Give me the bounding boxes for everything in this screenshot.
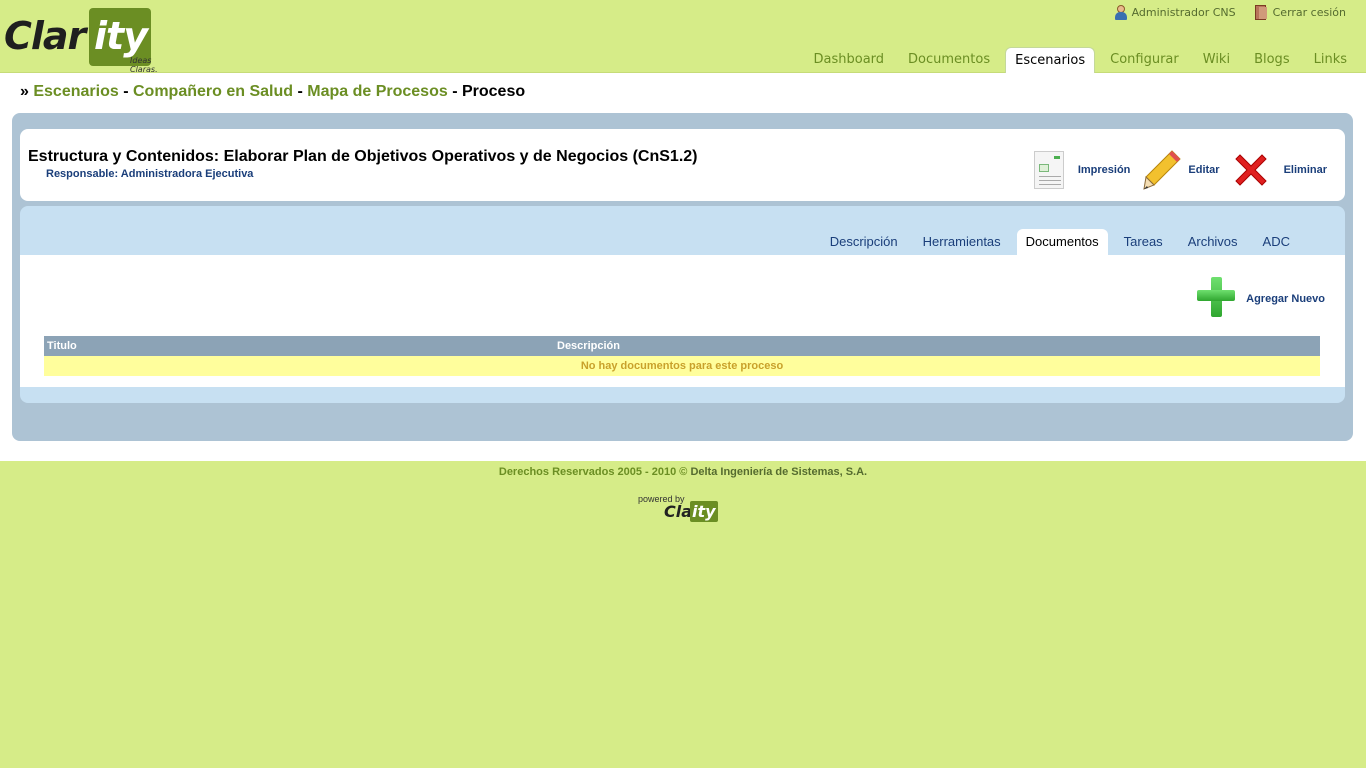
user-bar: Administrador CNS Cerrar cesión [1114,5,1346,20]
process-title: Estructura y Contenidos: Elaborar Plan d… [28,148,698,165]
tab-configurar[interactable]: Configurar [1101,47,1188,73]
edit-label: Editar [1188,164,1220,176]
plus-icon [1196,275,1236,323]
user-profile-link[interactable]: Administrador CNS [1114,5,1236,20]
breadcrumb-separator: - [297,83,303,100]
process-responsible: Responsable: Administradora Ejecutiva [46,168,254,180]
tab-blogs[interactable]: Blogs [1245,47,1299,73]
pencil-icon [1143,150,1182,190]
print-label: Impresión [1077,164,1131,176]
breadcrumb-separator: - [123,83,129,100]
tab-descripcion[interactable]: Descripción [821,229,907,255]
table-header-row: Titulo Descripción [44,336,1320,356]
documents-table: Titulo Descripción No hay documentos par… [44,336,1320,376]
tab-tareas[interactable]: Tareas [1115,229,1172,255]
tab-links[interactable]: Links [1305,47,1356,73]
print-button[interactable]: Impresión [1033,151,1131,189]
tab-archivos[interactable]: Archivos [1179,229,1247,255]
breadcrumb-prefix: » [20,83,29,100]
process-tabs: Descripción Herramientas Documentos Tare… [814,229,1299,255]
breadcrumb-escenarios[interactable]: Escenarios [33,83,118,100]
logout-icon [1254,5,1269,20]
tab-escenarios[interactable]: Escenarios [1005,47,1096,73]
tab-herramientas[interactable]: Herramientas [914,229,1010,255]
tab-wiki[interactable]: Wiki [1194,47,1239,73]
user-icon [1114,5,1128,20]
delete-label: Eliminar [1283,164,1327,176]
breadcrumb-current: Proceso [461,83,526,100]
process-detail-panel: Descripción Herramientas Documentos Tare… [20,206,1345,403]
user-name: Administrador CNS [1131,6,1236,19]
main-area: » Escenarios - Compañero en Salud - Mapa… [0,73,1366,461]
process-header: Estructura y Contenidos: Elaborar Plan d… [20,129,1345,201]
tab-dashboard[interactable]: Dashboard [805,47,894,73]
delete-icon [1234,154,1267,186]
breadcrumb-separator: - [452,83,458,100]
documents-content: Agregar Nuevo Titulo Descripción No hay … [20,255,1345,387]
main-nav: Dashboard Documentos Escenarios Configur… [799,47,1357,73]
logo-text-part2: ity [94,14,148,58]
edit-button[interactable]: Editar [1142,149,1220,191]
header: Clar ity Ideas Claras. Administrador CNS… [0,0,1366,74]
process-panel: Estructura y Contenidos: Elaborar Plan d… [12,113,1353,441]
table-row: No hay documentos para este proceso [44,356,1320,376]
tab-documentos[interactable]: Documentos [899,47,999,73]
process-actions: Impresión Editar Eliminar [1033,149,1327,191]
logo-tagline: Ideas Claras. [130,56,158,74]
column-header-titulo[interactable]: Titulo [44,336,554,356]
column-header-descripcion[interactable]: Descripción [554,336,1320,356]
delete-button[interactable]: Eliminar [1232,151,1327,189]
powered-by-brand-part2: ity [692,502,716,521]
print-icon [1033,151,1064,189]
logout-link[interactable]: Cerrar cesión [1254,5,1346,20]
breadcrumb: » Escenarios - Compañero en Salud - Mapa… [20,83,525,101]
breadcrumb-mapa[interactable]: Mapa de Procesos [307,83,448,100]
copyright-text: Derechos Reservados 2005 - 2010 © [498,466,688,478]
clarity-logo[interactable]: Clar ity Ideas Claras. [4,6,179,74]
tab-documentos-proceso[interactable]: Documentos [1016,229,1108,255]
add-new-label: Agregar Nuevo [1246,293,1325,305]
breadcrumb-companero[interactable]: Compañero en Salud [133,83,293,100]
powered-by-logo[interactable]: powered by Clar ity [637,494,732,526]
logo-text-part1: Clar [4,14,86,58]
company-name: Delta Ingeniería de Sistemas, S.A. [690,466,868,478]
tab-adc[interactable]: ADC [1254,229,1299,255]
empty-message: No hay documentos para este proceso [44,356,1320,376]
add-new-button[interactable]: Agregar Nuevo [1196,275,1325,323]
footer: Derechos Reservados 2005 - 2010 © Delta … [0,466,1366,478]
logout-label: Cerrar cesión [1272,6,1346,19]
